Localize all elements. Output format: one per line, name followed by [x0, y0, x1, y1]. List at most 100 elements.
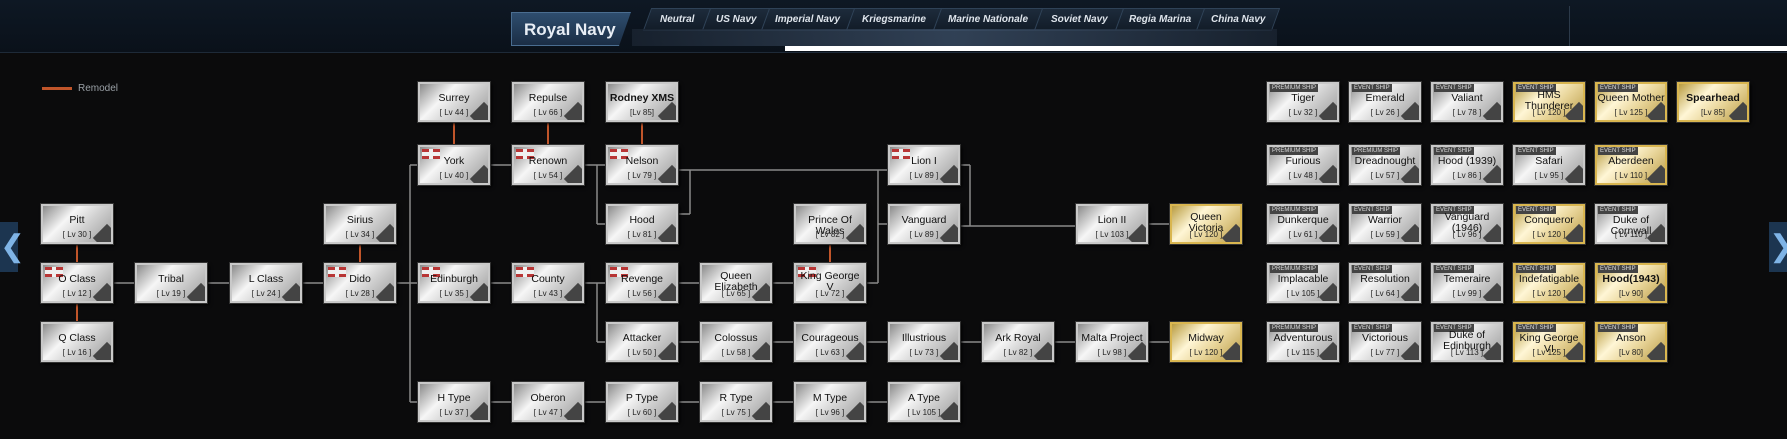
ship-name: Anson: [1616, 332, 1646, 344]
ship-card-nelson[interactable]: Nelson[ Lv 79 ]: [606, 145, 678, 185]
ship-silhouette-icon: [469, 401, 488, 420]
ship-card-valiant[interactable]: EVENT SHIP Valiant[ Lv 78 ]: [1431, 82, 1503, 122]
ship-card-kgv[interactable]: King George V[ Lv 72 ]: [794, 263, 866, 303]
ship-name: York: [443, 155, 465, 167]
ship-name: Indefatigable: [1518, 273, 1580, 285]
ship-card-indefatigable[interactable]: EVENT SHIP Indefatigable[ Lv 120 ]: [1513, 263, 1585, 303]
ship-tag: EVENT SHIP: [1598, 206, 1638, 214]
ship-card-malta[interactable]: Malta Project[ Lv 98 ]: [1076, 322, 1148, 362]
ship-silhouette-icon: [1033, 341, 1052, 360]
ship-name: Lion II: [1097, 214, 1127, 226]
ship-card-repulse[interactable]: Repulse[ Lv 66 ]: [512, 82, 584, 122]
ship-card-adventurous[interactable]: PREMIUM SHIP Adventurous[ Lv 115 ]: [1267, 322, 1339, 362]
ship-card-tiger[interactable]: PREMIUM SHIP Tiger[ Lv 32 ]: [1267, 82, 1339, 122]
ship-card-lclass[interactable]: L Class[ Lv 24 ]: [230, 263, 302, 303]
ship-silhouette-icon: [1646, 282, 1665, 301]
ship-card-anson[interactable]: EVENT SHIP Anson [Lv 80]: [1595, 322, 1667, 362]
ship-tag: EVENT SHIP: [1434, 84, 1474, 92]
ship-card-temeraire[interactable]: EVENT SHIP Temeraire[ Lv 99 ]: [1431, 263, 1503, 303]
ship-name: Aberdeen: [1608, 155, 1654, 167]
ship-silhouette-icon: [1482, 101, 1501, 120]
ship-name: Tiger: [1291, 92, 1315, 104]
ship-card-emerald[interactable]: EVENT SHIP Emerald[ Lv 26 ]: [1349, 82, 1421, 122]
ship-card-warrior[interactable]: EVENT SHIP Warrior[ Lv 59 ]: [1349, 204, 1421, 244]
ship-card-edinburghduke[interactable]: EVENT SHIP Duke of Edinburgh[ Lv 113 ]: [1431, 322, 1503, 362]
ship-card-qvic[interactable]: Queen Victoria[ Lv 120 ]: [1170, 204, 1242, 244]
ship-card-atype[interactable]: A Type[ Lv 105 ]: [888, 382, 960, 422]
ship-card-victorious[interactable]: EVENT SHIP Victorious[ Lv 77 ]: [1349, 322, 1421, 362]
ship-card-mtype[interactable]: M Type[ Lv 96 ]: [794, 382, 866, 422]
ship-card-htype[interactable]: H Type[ Lv 37 ]: [418, 382, 490, 422]
ship-name: Lion I: [911, 155, 937, 167]
ship-card-arkroyal[interactable]: Ark Royal[ Lv 82 ]: [982, 322, 1054, 362]
ship-card-implacable[interactable]: PREMIUM SHIP Implacable[ Lv 105 ]: [1267, 263, 1339, 303]
ship-card-surrey[interactable]: Surrey[ Lv 44 ]: [418, 82, 490, 122]
ship-card-ptype[interactable]: P Type[ Lv 60 ]: [606, 382, 678, 422]
ship-card-edinburgh[interactable]: Edinburgh[ Lv 35 ]: [418, 263, 490, 303]
ship-tag: EVENT SHIP: [1598, 265, 1638, 273]
ship-silhouette-icon: [1221, 341, 1240, 360]
ship-name: Vanguard: [901, 214, 947, 226]
ship-card-dunkerque[interactable]: PREMIUM SHIP Dunkerque[ Lv 61 ]: [1267, 204, 1339, 244]
ship-silhouette-icon: [1400, 164, 1419, 183]
ship-card-resolution[interactable]: EVENT SHIP Resolution[ Lv 64 ]: [1349, 263, 1421, 303]
ship-card-vanguard[interactable]: Vanguard[ Lv 89 ]: [888, 204, 960, 244]
ship-card-tribal[interactable]: Tribal[ Lv 19 ]: [135, 263, 207, 303]
ship-card-pow[interactable]: Prince Of Wales[ Lv 82 ]: [794, 204, 866, 244]
ship-name: Ark Royal: [995, 332, 1041, 344]
ship-card-lion1[interactable]: Lion I[ Lv 89 ]: [888, 145, 960, 185]
ship-name: County: [531, 273, 565, 285]
ship-silhouette-icon: [1400, 101, 1419, 120]
ship-card-rtype[interactable]: R Type[ Lv 75 ]: [700, 382, 772, 422]
ship-card-conqueror[interactable]: EVENT SHIP Conqueror[ Lv 120 ]: [1513, 204, 1585, 244]
ship-card-lion2[interactable]: Lion II[ Lv 103 ]: [1076, 204, 1148, 244]
ship-card-york[interactable]: York[ Lv 40 ]: [418, 145, 490, 185]
ship-card-aberdeen[interactable]: EVENT SHIP Aberdeen[ Lv 110 ]: [1595, 145, 1667, 185]
ship-card-cornwall[interactable]: EVENT SHIP Duke of Cornwall[ Lv 110 ]: [1595, 204, 1667, 244]
ship-card-revenge[interactable]: Revenge[ Lv 56 ]: [606, 263, 678, 303]
ship-silhouette-icon: [469, 101, 488, 120]
ship-silhouette-icon: [92, 282, 111, 301]
ship-card-thunderer[interactable]: EVENT SHIP HMS Thunderer[ Lv 120 ]: [1513, 82, 1585, 122]
ship-tag: PREMIUM SHIP: [1270, 84, 1319, 92]
ship-card-qclass[interactable]: Q Class[ Lv 16 ]: [41, 322, 113, 362]
ship-card-hood[interactable]: Hood[ Lv 81 ]: [606, 204, 678, 244]
ship-silhouette-icon: [1482, 164, 1501, 183]
ship-card-hood1939[interactable]: EVENT SHIP Hood (1939)[ Lv 86 ]: [1431, 145, 1503, 185]
ship-name: Temeraire: [1443, 273, 1491, 285]
ship-card-spearhead[interactable]: Spearhead [Lv 85]: [1677, 82, 1749, 122]
ship-card-safari[interactable]: EVENT SHIP Safari[ Lv 95 ]: [1513, 145, 1585, 185]
ship-card-hood1943[interactable]: EVENT SHIP Hood(1943) [Lv 90]: [1595, 263, 1667, 303]
ship-card-vanguard1946[interactable]: EVENT SHIP Vanguard (1946)[ Lv 96 ]: [1431, 204, 1503, 244]
ship-name: Malta Project: [1081, 332, 1143, 344]
ship-card-courageous[interactable]: Courageous[ Lv 63 ]: [794, 322, 866, 362]
ship-card-midway[interactable]: Midway[ Lv 120 ]: [1170, 322, 1242, 362]
ship-name: Edinburgh: [430, 273, 478, 285]
ship-tag: EVENT SHIP: [1516, 265, 1556, 273]
ship-card-dido[interactable]: Dido[ Lv 28 ]: [324, 263, 396, 303]
ship-card-kgv6[interactable]: EVENT SHIP King George VI[ Lv 125 ]: [1513, 322, 1585, 362]
ship-silhouette-icon: [1646, 101, 1665, 120]
ship-name: Repulse: [528, 92, 568, 104]
ship-card-oberon[interactable]: Oberon[ Lv 47 ]: [512, 382, 584, 422]
ship-card-illustrious[interactable]: Illustrious[ Lv 73 ]: [888, 322, 960, 362]
ship-card-furious[interactable]: PREMIUM SHIP Furious[ Lv 48 ]: [1267, 145, 1339, 185]
ship-silhouette-icon: [939, 341, 958, 360]
ship-card-sirius[interactable]: Sirius[ Lv 34 ]: [324, 204, 396, 244]
ship-silhouette-icon: [1318, 341, 1337, 360]
ship-card-qe[interactable]: Queen Elizabeth[ Lv 65 ]: [700, 263, 772, 303]
ship-card-rodney[interactable]: Rodney XMS [Lv 85]: [606, 82, 678, 122]
ship-name: Resolution: [1360, 273, 1410, 285]
ship-card-oclass[interactable]: O Class[ Lv 12 ]: [41, 263, 113, 303]
ship-silhouette-icon: [657, 341, 676, 360]
ship-card-qmother[interactable]: EVENT SHIP Queen Mother[ Lv 125 ]: [1595, 82, 1667, 122]
ship-card-dreadnought[interactable]: PREMIUM SHIP Dreadnought[ Lv 57 ]: [1349, 145, 1421, 185]
ship-name: Nelson: [625, 155, 659, 167]
ship-card-renown[interactable]: Renown[ Lv 54 ]: [512, 145, 584, 185]
ship-silhouette-icon: [469, 164, 488, 183]
ship-card-county[interactable]: County[ Lv 43 ]: [512, 263, 584, 303]
ship-card-pitt[interactable]: Pitt[ Lv 30 ]: [41, 204, 113, 244]
ship-silhouette-icon: [1646, 164, 1665, 183]
ship-card-colossus[interactable]: Colossus[ Lv 58 ]: [700, 322, 772, 362]
ship-card-attacker[interactable]: Attacker[ Lv 50 ]: [606, 322, 678, 362]
